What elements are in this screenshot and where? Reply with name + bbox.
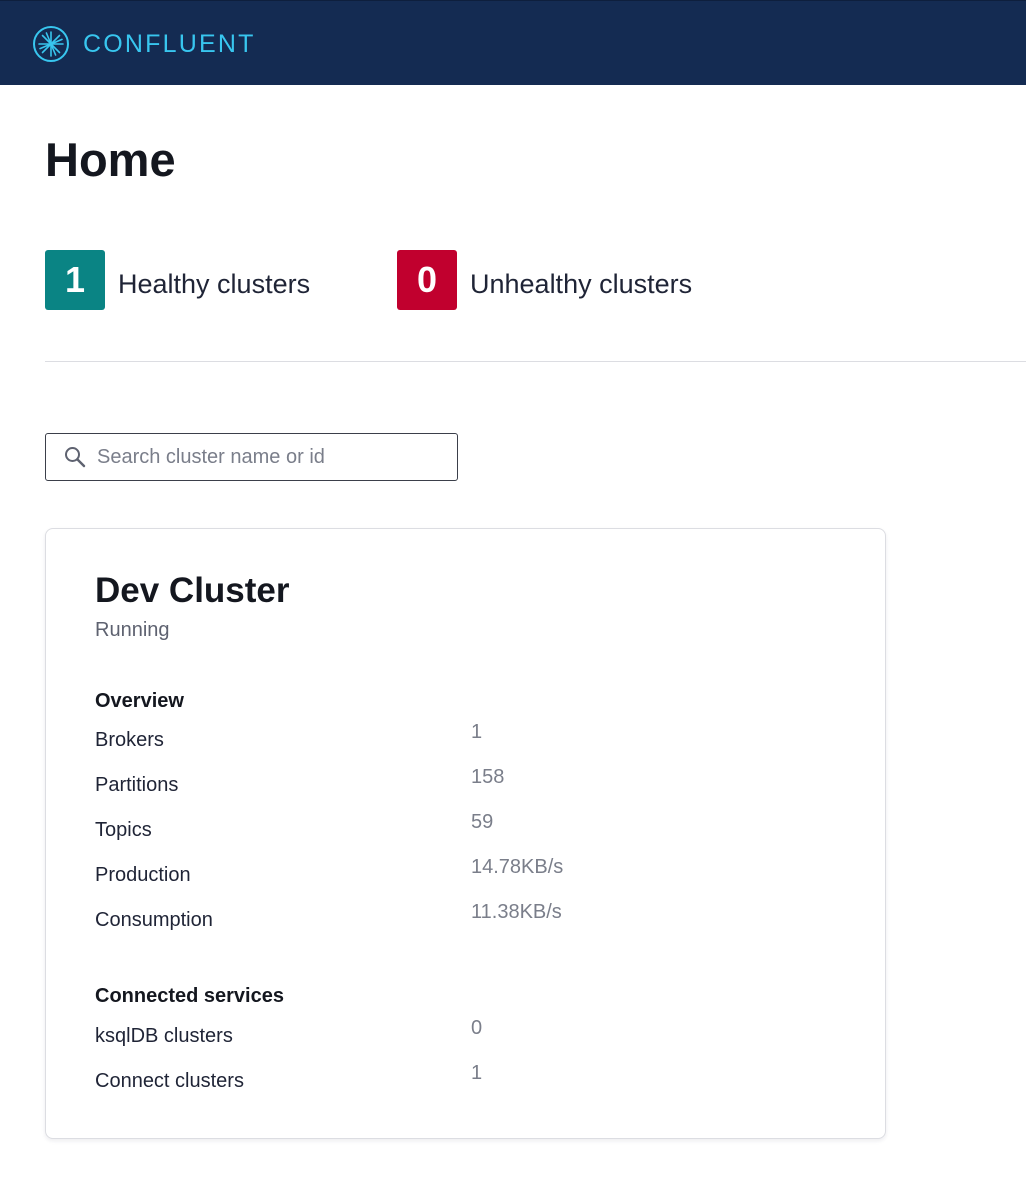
row-label: Topics — [95, 819, 152, 841]
row-label: Connect clusters — [95, 1070, 244, 1092]
row-value: 14.78KB/s — [471, 856, 564, 878]
top-navigation-bar: CONFLUENT — [0, 0, 1026, 85]
healthy-clusters-summary[interactable]: 1 Healthy clusters — [45, 250, 310, 310]
row-value: 59 — [471, 811, 494, 833]
connected-services-section-title: Connected services — [95, 985, 284, 1007]
healthy-clusters-label: Healthy clusters — [118, 269, 311, 299]
brand-name: CONFLUENT — [83, 30, 256, 58]
healthy-count-badge: 1 — [45, 250, 105, 310]
row-label: Partitions — [95, 774, 179, 796]
row-value: 1 — [471, 1062, 483, 1084]
row-value: 158 — [471, 766, 505, 788]
row-label: Brokers — [95, 729, 164, 751]
unhealthy-clusters-label: Unhealthy clusters — [470, 269, 693, 299]
cluster-name: Dev Cluster — [95, 571, 290, 610]
unhealthy-clusters-summary[interactable]: 0 Unhealthy clusters — [397, 250, 692, 310]
search-icon — [63, 445, 87, 469]
services-row-ksqldb: ksqlDB clusters 0 — [95, 1017, 795, 1049]
row-label: Production — [95, 864, 191, 886]
unhealthy-count-badge: 0 — [397, 250, 457, 310]
overview-row-partitions: Partitions 158 — [95, 766, 795, 798]
row-label: Consumption — [95, 909, 213, 931]
overview-section-title: Overview — [95, 690, 184, 712]
services-row-connect: Connect clusters 1 — [95, 1062, 795, 1094]
overview-row-production: Production 14.78KB/s — [95, 856, 795, 888]
overview-row-brokers: Brokers 1 — [95, 721, 795, 753]
cluster-card[interactable]: Dev Cluster Running Overview Brokers 1 P… — [45, 528, 886, 1139]
overview-row-topics: Topics 59 — [95, 811, 795, 843]
search-input[interactable] — [97, 445, 437, 469]
confluent-logo[interactable]: CONFLUENT — [32, 25, 256, 63]
confluent-starburst-icon — [32, 25, 70, 63]
row-value: 1 — [471, 721, 483, 743]
page-title: Home — [45, 133, 176, 186]
section-divider — [45, 361, 1026, 362]
row-value: 11.38KB/s — [471, 901, 562, 923]
overview-row-consumption: Consumption 11.38KB/s — [95, 901, 795, 933]
cluster-search-box[interactable] — [45, 433, 458, 481]
row-label: ksqlDB clusters — [95, 1025, 233, 1047]
row-value: 0 — [471, 1017, 483, 1039]
cluster-status: Running — [95, 619, 170, 641]
